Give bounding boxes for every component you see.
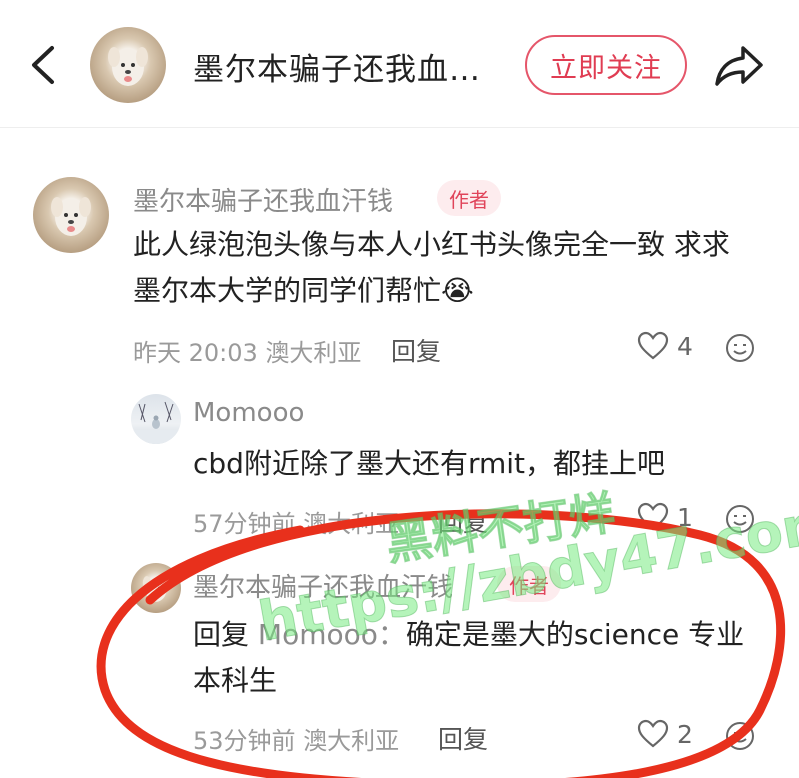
comment-location: 澳大利亚 bbox=[303, 510, 400, 538]
like-button[interactable]: 2 bbox=[637, 719, 693, 749]
heart-icon bbox=[637, 331, 669, 360]
comment-time: 昨天 20:03 bbox=[133, 339, 258, 367]
reply-button[interactable]: 回复 bbox=[391, 332, 441, 368]
heart-icon bbox=[637, 719, 669, 748]
reply-prefix: 回复 bbox=[193, 618, 250, 651]
smiley-icon bbox=[726, 722, 754, 750]
emoji-reaction-button[interactable] bbox=[724, 332, 756, 364]
comment-meta: 53分钟前 澳大利亚 bbox=[193, 721, 399, 756]
author-badge: 作者 bbox=[437, 180, 501, 216]
heart-icon bbox=[637, 502, 669, 531]
comment-meta: 昨天 20:03 澳大利亚 bbox=[133, 333, 361, 368]
follow-button[interactable]: 立即关注 bbox=[525, 35, 687, 95]
share-button[interactable] bbox=[713, 40, 765, 90]
like-button[interactable]: 1 bbox=[637, 502, 693, 532]
share-arrow-icon bbox=[715, 46, 763, 86]
comment-text-line: 墨尔本大学的同学们帮忙😭 bbox=[133, 268, 730, 314]
reply-button[interactable]: 回复 bbox=[438, 720, 488, 756]
like-count: 1 bbox=[677, 502, 693, 532]
commenter-avatar[interactable] bbox=[33, 177, 109, 253]
comment-text: 回复 Momooo：确定是墨大的science 专业 本科生 bbox=[193, 612, 744, 704]
comment-text-line: 此人绿泡泡头像与本人小红书头像完全一致 求求 bbox=[133, 228, 730, 261]
emoji-reaction-button[interactable] bbox=[724, 503, 756, 535]
comment-username[interactable]: Momooo bbox=[193, 398, 304, 428]
commenter-avatar[interactable] bbox=[131, 394, 181, 444]
like-count: 2 bbox=[677, 719, 693, 749]
smiley-icon bbox=[726, 505, 754, 533]
comment-time: 53分钟前 bbox=[193, 727, 296, 755]
dog-avatar-image bbox=[51, 197, 91, 236]
page-title: 墨尔本骗子还我血… bbox=[193, 52, 481, 88]
comment-location: 澳大利亚 bbox=[265, 339, 362, 367]
comment-location: 澳大利亚 bbox=[303, 727, 400, 755]
like-count: 4 bbox=[677, 331, 693, 361]
comment-username[interactable]: 墨尔本骗子还我血汗钱 bbox=[133, 181, 393, 218]
watermark-text: 黑料不打烊 bbox=[382, 485, 619, 571]
like-button[interactable]: 4 bbox=[637, 331, 693, 361]
chevron-left-icon bbox=[32, 46, 54, 84]
author-badge: 作者 bbox=[497, 566, 561, 602]
reply-button[interactable]: 回复 bbox=[438, 503, 488, 539]
smiley-icon bbox=[726, 334, 754, 362]
snow-scene-avatar-image bbox=[131, 401, 181, 444]
commenter-avatar[interactable] bbox=[131, 563, 181, 613]
author-avatar[interactable] bbox=[90, 27, 166, 103]
comment-text: 此人绿泡泡头像与本人小红书头像完全一致 求求 墨尔本大学的同学们帮忙😭 bbox=[133, 222, 730, 314]
comment-text-span: 墨尔本大学的同学们帮忙 bbox=[133, 274, 442, 307]
reply-target-username[interactable]: Momooo： bbox=[258, 618, 406, 651]
comment-time: 57分钟前 bbox=[193, 510, 296, 538]
comment-text-line: 回复 Momooo：确定是墨大的science 专业 bbox=[193, 612, 744, 658]
comment-username[interactable]: 墨尔本骗子还我血汗钱 bbox=[193, 567, 453, 604]
comment-meta: 57分钟前 澳大利亚 bbox=[193, 504, 399, 539]
dog-avatar-image bbox=[108, 47, 148, 86]
top-bar: 墨尔本骗子还我血… 立即关注 bbox=[0, 0, 799, 128]
comment-text-line: 本科生 bbox=[193, 664, 278, 697]
comment-text-span: 确定是墨大的science 专业 bbox=[405, 618, 745, 651]
dog-avatar-image bbox=[142, 576, 170, 602]
comment-text: cbd附近除了墨大还有rmit，都挂上吧 bbox=[193, 447, 665, 480]
emoji-reaction-button[interactable] bbox=[724, 720, 756, 752]
crying-emoji: 😭 bbox=[441, 274, 474, 307]
back-button[interactable] bbox=[26, 40, 66, 90]
